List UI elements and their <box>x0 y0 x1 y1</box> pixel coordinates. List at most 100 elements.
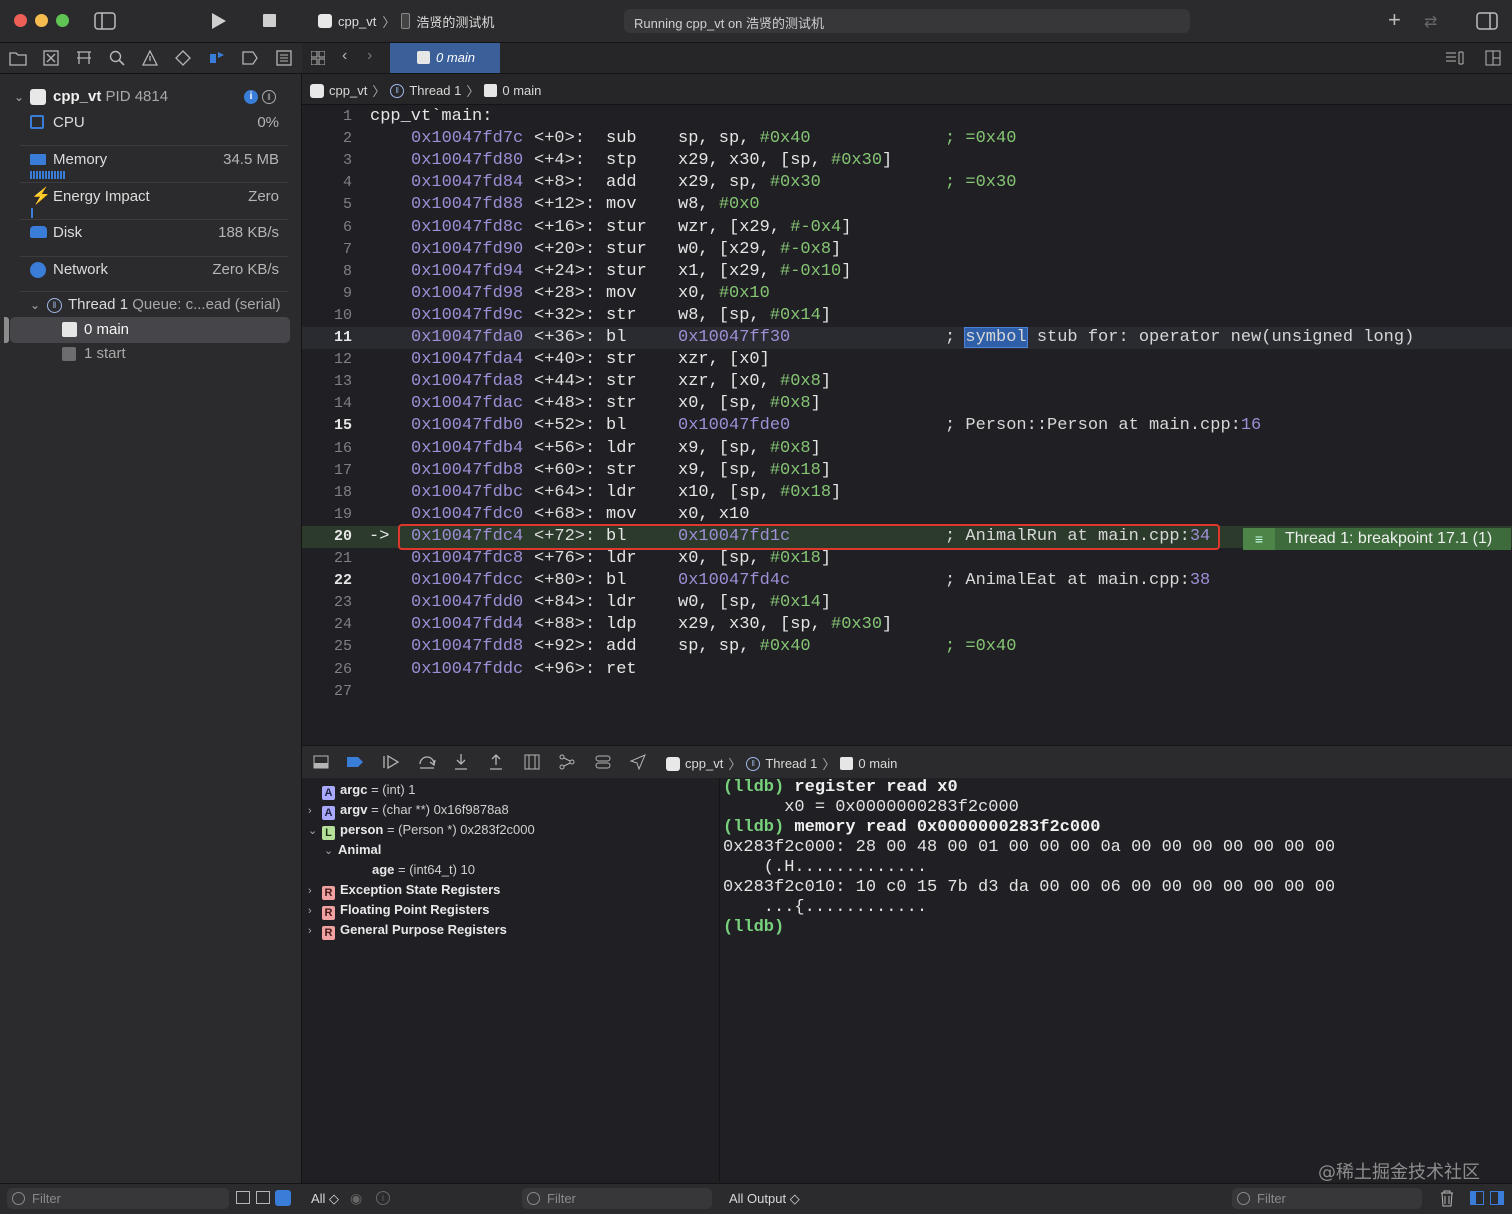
gauge-memory[interactable]: Memory 34.5 MB <box>0 147 300 179</box>
show-console-icon[interactable] <box>1490 1191 1504 1205</box>
thread-pause-icon[interactable]: ǁ <box>262 90 276 104</box>
source-control-icon[interactable] <box>43 50 59 66</box>
code-line[interactable]: 1 cpp_vt`main: <box>302 106 1512 128</box>
variables-scope-popup[interactable]: All ◇ <box>311 1191 339 1207</box>
queue-filter-icon[interactable] <box>256 1191 270 1204</box>
line-number[interactable]: 18 <box>302 482 352 504</box>
line-number[interactable]: 15 <box>302 415 352 437</box>
hide-debug-area-icon[interactable] <box>313 755 329 769</box>
step-into-icon[interactable] <box>454 753 468 771</box>
code-line[interactable]: 4 0x10047fd84 <+8>: add x29, sp, #0x30 ; =0x3… <box>302 172 1512 194</box>
code-line[interactable]: 14 0x10047fdac <+48>: str x0, [sp, #0x8] <box>302 393 1512 415</box>
grid-icon[interactable] <box>311 51 325 65</box>
sidebar-toggle-icon[interactable] <box>94 12 116 30</box>
close-window-button[interactable] <box>14 14 27 27</box>
code-line[interactable]: 10 0x10047fd9c <+32>: str w8, [sp, #0x14] <box>302 305 1512 327</box>
line-number[interactable]: 25 <box>302 636 352 658</box>
code-line[interactable]: 26 0x10047fddc <+96>: ret <box>302 659 1512 681</box>
code-line[interactable]: 2 0x10047fd7c <+0>: sub sp, sp, #0x40 ; =0x40 <box>302 128 1512 150</box>
gauge-network[interactable]: Network Zero KB/s <box>0 257 300 283</box>
run-icon[interactable] <box>211 12 227 30</box>
line-number[interactable]: 9 <box>302 283 352 305</box>
chevron-down-icon[interactable]: ⌄ <box>14 84 24 110</box>
gauge-cpu[interactable]: CPU 0% <box>0 110 300 136</box>
continue-icon[interactable] <box>382 754 400 770</box>
code-line[interactable]: 22 0x10047fdcc <+80>: bl 0x10047fd4c ; Animal… <box>302 570 1512 592</box>
code-line[interactable]: 5 0x10047fd88 <+12>: mov w8, #0x0 <box>302 194 1512 216</box>
branch-target[interactable]: 0x10047fd4c <box>678 571 790 590</box>
info-icon[interactable]: i <box>376 1191 390 1205</box>
code-line[interactable]: 11 0x10047fda0 <+36>: bl 0x10047ff30; symbol… <box>302 327 1512 349</box>
debug-jumpbar-thread[interactable]: Thread 1 <box>765 756 817 771</box>
code-line[interactable]: 27 <box>302 681 1512 703</box>
scheme-selector[interactable]: cpp_vt 〉 浩贤的测试机 <box>318 12 494 30</box>
console-output-popup[interactable]: All Output ◇ <box>729 1191 800 1207</box>
variables-filter-field[interactable]: Filter <box>522 1188 712 1209</box>
branch-target[interactable]: 0x10047ff30 <box>678 328 790 347</box>
code-line[interactable]: 15 0x10047fdb0 <+52>: bl 0x10047fde0 ; Person… <box>302 415 1512 437</box>
line-number[interactable]: 10 <box>302 305 352 327</box>
back-icon[interactable]: ‹ <box>342 47 347 65</box>
line-number[interactable]: 5 <box>302 194 352 216</box>
line-number[interactable]: 4 <box>302 172 352 194</box>
eye-icon[interactable]: ◉ <box>350 1190 362 1207</box>
symbol-navigator-icon[interactable] <box>76 50 92 66</box>
gauge-energy[interactable]: ⚡ Energy Impact Zero <box>0 184 300 218</box>
thread-row[interactable]: ⌄ ǁ Thread 1 Queue: c...ead (serial) <box>0 292 300 318</box>
chevron-down-icon[interactable]: ⌄ <box>308 821 322 841</box>
line-number[interactable]: 24 <box>302 614 352 636</box>
frame-row-1[interactable]: 1 start <box>0 341 300 367</box>
adjust-editor-icon[interactable] <box>1445 51 1465 65</box>
code-line[interactable]: 23 0x10047fdd0 <+84>: ldr w0, [sp, #0x14] <box>302 592 1512 614</box>
branch-target[interactable]: 0x10047fde0 <box>678 416 790 435</box>
folder-icon[interactable] <box>9 50 27 66</box>
jumpbar-thread[interactable]: Thread 1 <box>409 83 461 98</box>
console-filter-field[interactable]: Filter <box>1232 1188 1422 1209</box>
gauge-disk[interactable]: Disk 188 KB/s <box>0 220 300 246</box>
variable-row[interactable]: Aargc = (int) 1 <box>308 780 416 800</box>
memory-graph-debug-icon[interactable] <box>559 754 575 770</box>
jumpbar-project[interactable]: cpp_vt <box>329 83 367 98</box>
frame-row-0[interactable]: 0 main <box>10 317 290 343</box>
chevron-right-icon[interactable]: › <box>308 801 322 821</box>
breakpoint-annotation[interactable]: ≡ Thread 1: breakpoint 17.1 (1) <box>1243 528 1511 550</box>
add-icon[interactable]: + <box>1388 9 1401 31</box>
simulate-location-icon[interactable] <box>630 754 646 770</box>
debug-jumpbar-project[interactable]: cpp_vt <box>685 756 723 771</box>
test-navigator-icon[interactable] <box>175 50 191 66</box>
code-line[interactable]: 18 0x10047fdbc <+64>: ldr x10, [sp, #0x18] <box>302 482 1512 504</box>
debug-jumpbar-frame[interactable]: 0 main <box>858 756 897 771</box>
activity-filter-icon[interactable] <box>236 1191 250 1204</box>
variable-row[interactable]: › R Exception State Registers <box>308 880 500 900</box>
line-number[interactable]: 7 <box>302 239 352 261</box>
report-navigator-icon[interactable] <box>276 50 292 66</box>
jumpbar-frame[interactable]: 0 main <box>502 83 541 98</box>
variable-row[interactable]: › R General Purpose Registers <box>308 920 507 940</box>
code-line[interactable]: 17 0x10047fdb8 <+60>: str x9, [sp, #0x18] <box>302 460 1512 482</box>
variable-row[interactable]: › Aargv = (char **) 0x16f9878a8 <box>308 800 509 820</box>
chevron-right-icon[interactable]: › <box>308 901 322 921</box>
disassembly-editor[interactable]: 1 cpp_vt`main: 2 0x10047fd7c <+0>: sub sp, sp,… <box>302 105 1512 744</box>
step-out-icon[interactable] <box>489 753 503 771</box>
line-number[interactable]: 1 <box>302 106 352 128</box>
chevron-right-icon[interactable]: › <box>308 921 322 941</box>
line-number[interactable]: 26 <box>302 659 352 681</box>
console-view[interactable]: (lldb) register read x0 x0 = 0x000000028… <box>720 778 1512 1183</box>
line-number[interactable]: 11 <box>302 327 352 349</box>
step-over-icon[interactable] <box>418 754 436 770</box>
variable-row[interactable]: age = (int64_t) 10 <box>340 860 475 880</box>
code-line[interactable]: 25 0x10047fdd8 <+92>: add sp, sp, #0x40 ; =0x… <box>302 636 1512 658</box>
variable-row[interactable]: ⌄ Lperson = (Person *) 0x283f2c000 <box>308 820 535 840</box>
variable-row[interactable]: ⌄ Animal <box>324 840 381 860</box>
line-number[interactable]: 13 <box>302 371 352 393</box>
code-line[interactable]: 12 0x10047fda4 <+40>: str xzr, [x0] <box>302 349 1512 371</box>
show-variables-icon[interactable] <box>1470 1191 1484 1205</box>
code-line[interactable]: 16 0x10047fdb4 <+56>: ldr x9, [sp, #0x8] <box>302 438 1512 460</box>
code-line[interactable]: 21 0x10047fdc8 <+76>: ldr x0, [sp, #0x18] <box>302 548 1512 570</box>
line-number[interactable]: 6 <box>302 217 352 239</box>
split-editor-icon[interactable] <box>1485 50 1501 66</box>
line-number[interactable]: 21 <box>302 548 352 570</box>
line-number[interactable]: 22 <box>302 570 352 592</box>
line-number[interactable]: 20 <box>302 526 352 548</box>
code-line[interactable]: 8 0x10047fd94 <+24>: stur x1, [x29, #-0x10] <box>302 261 1512 283</box>
